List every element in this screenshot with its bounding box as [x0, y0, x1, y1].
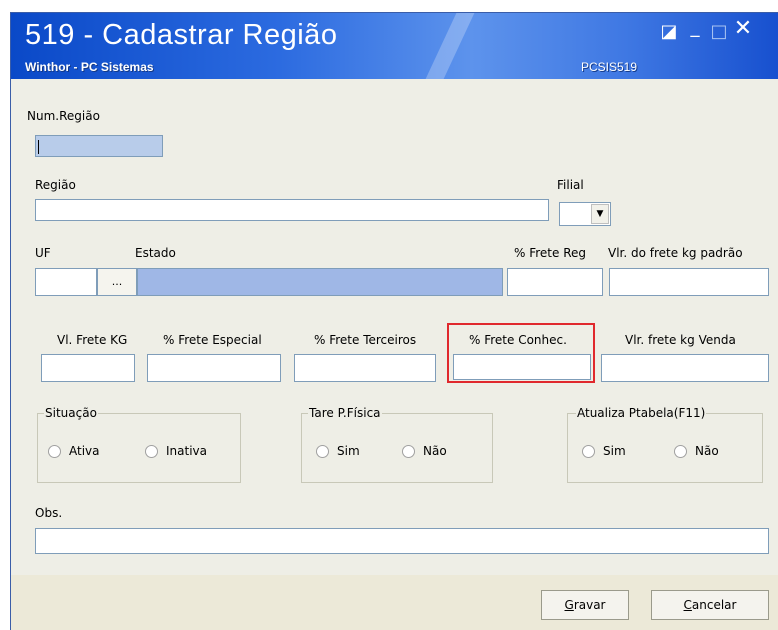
radio-circle-icon	[316, 444, 329, 458]
radio-circle-icon	[674, 444, 687, 458]
radio-circle-icon	[48, 444, 61, 458]
situacao-inativa-label: Inativa	[166, 444, 207, 458]
radio-circle-icon	[402, 444, 415, 458]
obs-input[interactable]	[35, 528, 769, 554]
tare-sim-radio[interactable]: Sim	[316, 444, 360, 458]
gravar-label: ravar	[573, 598, 606, 612]
gravar-hotkey: G	[564, 598, 574, 612]
atualiza-nao-label: Não	[695, 444, 719, 458]
chevron-down-icon[interactable]: ▼	[591, 204, 609, 224]
cancelar-hotkey: C	[683, 598, 692, 612]
estado-input[interactable]	[137, 268, 503, 296]
title-bar-streak	[425, 13, 475, 79]
routine-code: PCSIS519	[581, 60, 638, 74]
obs-label: Obs.	[35, 506, 63, 520]
uf-label: UF	[35, 246, 51, 260]
vlr-frete-kg-venda-input[interactable]	[601, 354, 769, 382]
tare-group: Tare P.Física Sim Não	[301, 406, 493, 483]
atualiza-nao-radio[interactable]: Não	[674, 444, 719, 458]
cancelar-button[interactable]: Cancelar	[651, 590, 769, 620]
tare-sim-label: Sim	[337, 444, 360, 458]
frete-conhec-highlight	[447, 323, 595, 383]
cancelar-label: ancelar	[691, 598, 737, 612]
text-caret	[38, 140, 39, 154]
filial-label: Filial	[557, 178, 584, 192]
vlr-frete-kg-padrao-input[interactable]	[609, 268, 769, 296]
frete-especial-input[interactable]	[147, 354, 281, 382]
uf-input[interactable]	[35, 268, 97, 296]
radio-circle-icon	[145, 444, 158, 458]
vlr-frete-kg-padrao-label: Vlr. do frete kg padrão	[608, 246, 743, 260]
window-subtitle: Winthor - PC Sistemas	[25, 60, 154, 74]
window-title: 519 - Cadastrar Região	[25, 19, 338, 51]
frete-terceiros-label: % Frete Terceiros	[314, 333, 417, 347]
tare-nao-radio[interactable]: Não	[402, 444, 447, 458]
atualiza-group: Atualiza Ptabela(F11) Sim Não	[567, 406, 763, 483]
num-regiao-input[interactable]	[35, 135, 163, 157]
regiao-label: Região	[35, 178, 76, 192]
situacao-label: Situação	[44, 406, 98, 420]
vlr-frete-kg-venda-label: Vlr. frete kg Venda	[625, 333, 736, 347]
tare-nao-label: Não	[423, 444, 447, 458]
button-bar: Gravar Cancelar	[11, 575, 778, 630]
radio-circle-icon	[582, 444, 595, 458]
filial-select[interactable]: ▼	[559, 202, 611, 226]
minimize-icon[interactable]: _	[685, 19, 705, 37]
vl-frete-kg-label: Vl. Frete KG	[57, 333, 128, 347]
uf-lookup-button[interactable]: ...	[97, 268, 137, 296]
restore-icon[interactable]: ◪	[659, 23, 679, 41]
frete-terceiros-input[interactable]	[294, 354, 436, 382]
atualiza-sim-radio[interactable]: Sim	[582, 444, 626, 458]
atualiza-label: Atualiza Ptabela(F11)	[576, 406, 707, 420]
situacao-ativa-label: Ativa	[69, 444, 100, 458]
situacao-group: Situação Ativa Inativa	[37, 406, 241, 483]
maximize-icon[interactable]: □	[709, 23, 729, 41]
vl-frete-kg-input[interactable]	[41, 354, 135, 382]
regiao-input[interactable]	[35, 199, 549, 221]
situacao-ativa-radio[interactable]: Ativa	[48, 444, 100, 458]
frete-especial-label: % Frete Especial	[163, 333, 262, 347]
num-regiao-label: Num.Região	[27, 109, 100, 123]
gravar-button[interactable]: Gravar	[541, 590, 629, 620]
estado-label: Estado	[135, 246, 176, 260]
frete-reg-input[interactable]	[507, 268, 603, 296]
frete-reg-label: % Frete Reg	[514, 246, 586, 260]
title-bar[interactable]: 519 - Cadastrar Região Winthor - PC Sist…	[11, 13, 778, 79]
app-window: 519 - Cadastrar Região Winthor - PC Sist…	[10, 12, 778, 630]
tare-label: Tare P.Física	[308, 406, 382, 420]
atualiza-sim-label: Sim	[603, 444, 626, 458]
situacao-inativa-radio[interactable]: Inativa	[145, 444, 207, 458]
close-icon[interactable]: ✕	[733, 18, 753, 40]
